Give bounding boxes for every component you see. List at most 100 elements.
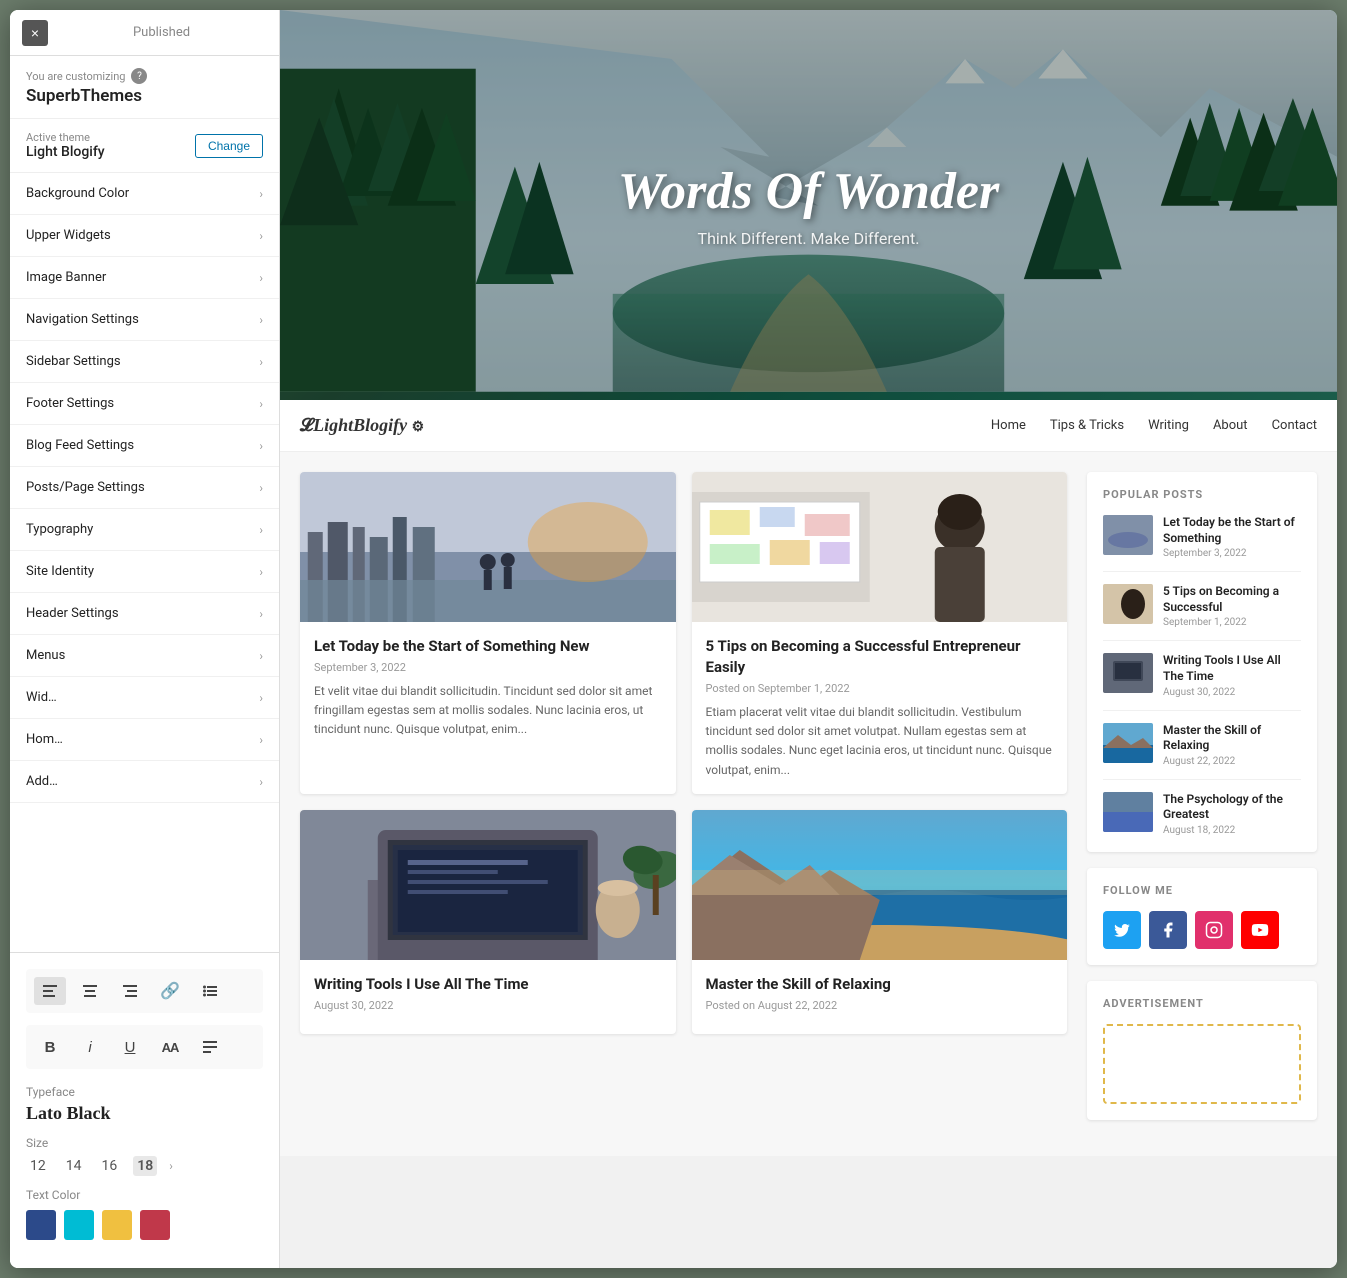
post-body-4: Master the Skill of Relaxing Posted on A…: [692, 960, 1068, 1034]
menu-item-sidebar-settings[interactable]: Sidebar Settings ›: [10, 341, 279, 383]
post-title-1: Let Today be the Start of Something New: [314, 636, 662, 657]
size-option-16[interactable]: 16: [98, 1156, 122, 1176]
nav-about[interactable]: About: [1213, 418, 1248, 433]
font-size-button[interactable]: AA: [154, 1033, 186, 1061]
bold-button[interactable]: B: [34, 1033, 66, 1061]
menu-item-navigation-settings[interactable]: Navigation Settings ›: [10, 299, 279, 341]
chevron-right-icon: ›: [259, 733, 263, 747]
menu-item-image-banner[interactable]: Image Banner ›: [10, 257, 279, 299]
popular-post-date-4: August 22, 2022: [1163, 756, 1301, 767]
size-option-14[interactable]: 14: [62, 1156, 86, 1176]
post-card-4[interactable]: Master the Skill of Relaxing Posted on A…: [692, 810, 1068, 1034]
menu-item-typography[interactable]: Typography ›: [10, 509, 279, 551]
menu-item-blog-feed-settings[interactable]: Blog Feed Settings ›: [10, 425, 279, 467]
typography-popup: 🔗 B i U AA Typeface Lato Black: [10, 952, 279, 1268]
posts-grid: Let Today be the Start of Something New …: [300, 472, 1067, 1034]
menu-item-additional[interactable]: Add… ›: [10, 761, 279, 803]
popular-post-thumb-3: [1103, 653, 1153, 693]
menu-item-menus[interactable]: Menus ›: [10, 635, 279, 677]
underline-button[interactable]: U: [114, 1033, 146, 1061]
list-button[interactable]: [194, 977, 226, 1005]
chevron-right-icon: ›: [259, 439, 263, 453]
post-title-4: Master the Skill of Relaxing: [706, 974, 1054, 995]
nav-contact[interactable]: Contact: [1272, 418, 1317, 433]
hero-section: Words Of Wonder Think Different. Make Di…: [280, 10, 1337, 400]
nav-writing[interactable]: Writing: [1148, 418, 1189, 433]
menu-item-footer-settings[interactable]: Footer Settings ›: [10, 383, 279, 425]
size-option-12[interactable]: 12: [26, 1156, 50, 1176]
theme-name: Light Blogify: [26, 144, 105, 160]
menu-item-homepage[interactable]: Hom… ›: [10, 719, 279, 761]
nav-home[interactable]: Home: [991, 418, 1026, 433]
popular-post-5[interactable]: The Psychology of the Greatest August 18…: [1103, 792, 1301, 836]
youtube-icon[interactable]: [1241, 911, 1279, 949]
follow-me-heading: FOLLOW ME: [1103, 884, 1301, 897]
align-right-button[interactable]: [114, 977, 146, 1005]
popular-post-4[interactable]: Master the Skill of Relaxing August 22, …: [1103, 723, 1301, 780]
menu-item-background-color[interactable]: Background Color ›: [10, 173, 279, 215]
size-options: 12 14 16 18 ›: [26, 1156, 263, 1176]
twitter-icon[interactable]: [1103, 911, 1141, 949]
menu-item-posts-page-settings[interactable]: Posts/Page Settings ›: [10, 467, 279, 509]
post-card-2[interactable]: 5 Tips on Becoming a Successful Entrepre…: [692, 472, 1068, 794]
align-center-button[interactable]: [74, 977, 106, 1005]
post-title-3: Writing Tools I Use All The Time: [314, 974, 662, 995]
popular-post-1[interactable]: Let Today be the Start of Something Sept…: [1103, 515, 1301, 572]
popular-post-date-3: August 30, 2022: [1163, 687, 1301, 698]
change-theme-button[interactable]: Change: [195, 134, 263, 158]
menu-item-upper-widgets[interactable]: Upper Widgets ›: [10, 215, 279, 257]
customizing-label: You are customizing ?: [26, 68, 263, 84]
color-swatch-cyan[interactable]: [64, 1210, 94, 1240]
blog-nav: 𝓛LightBlogify ⚙ Home Tips & Tricks Writi…: [280, 400, 1337, 452]
color-swatch-dark-blue[interactable]: [26, 1210, 56, 1240]
follow-icons: [1103, 911, 1301, 949]
post-title-2: 5 Tips on Becoming a Successful Entrepre…: [706, 636, 1054, 678]
text-style-toolbar: B i U AA: [26, 1025, 263, 1069]
blog-logo: 𝓛LightBlogify ⚙: [300, 415, 991, 436]
size-option-18[interactable]: 18: [133, 1156, 157, 1176]
help-icon[interactable]: ?: [131, 68, 147, 84]
post-card-3[interactable]: Writing Tools I Use All The Time August …: [300, 810, 676, 1034]
popular-post-2[interactable]: 5 Tips on Becoming a Successful Septembe…: [1103, 584, 1301, 641]
italic-button[interactable]: i: [74, 1033, 106, 1061]
color-swatch-yellow[interactable]: [102, 1210, 132, 1240]
facebook-icon[interactable]: [1149, 911, 1187, 949]
text-color-label: Text Color: [26, 1188, 263, 1202]
popular-posts-heading: POPULAR POSTS: [1103, 488, 1301, 501]
menu-item-header-settings[interactable]: Header Settings ›: [10, 593, 279, 635]
size-label: Size: [26, 1136, 263, 1150]
paragraph-button[interactable]: [194, 1033, 226, 1061]
popular-post-title-2: 5 Tips on Becoming a Successful: [1163, 584, 1301, 615]
post-date-1: September 3, 2022: [314, 661, 662, 674]
typeface-value: Lato Black: [26, 1103, 263, 1124]
menu-item-site-identity[interactable]: Site Identity ›: [10, 551, 279, 593]
post-body-2: 5 Tips on Becoming a Successful Entrepre…: [692, 622, 1068, 794]
color-swatch-red[interactable]: [140, 1210, 170, 1240]
close-button[interactable]: ×: [22, 20, 48, 46]
popular-post-3[interactable]: Writing Tools I Use All The Time August …: [1103, 653, 1301, 710]
nav-tips-tricks[interactable]: Tips & Tricks: [1050, 418, 1124, 433]
chevron-right-icon: ›: [259, 607, 263, 621]
popular-posts-section: POPULAR POSTS Let Today be the Start of …: [1087, 472, 1317, 852]
chevron-right-icon: ›: [259, 397, 263, 411]
customizer-header: × Published: [10, 10, 279, 56]
blog-sidebar: POPULAR POSTS Let Today be the Start of …: [1087, 472, 1317, 1136]
active-theme-label: Active theme: [26, 131, 105, 144]
menu-item-widgets[interactable]: Wid… ›: [10, 677, 279, 719]
popular-post-thumb-4: [1103, 723, 1153, 763]
typeface-label: Typeface: [26, 1085, 263, 1099]
size-more-arrow[interactable]: ›: [169, 1159, 173, 1173]
post-card-1[interactable]: Let Today be the Start of Something New …: [300, 472, 676, 794]
popular-post-title-3: Writing Tools I Use All The Time: [1163, 653, 1301, 684]
post-body-3: Writing Tools I Use All The Time August …: [300, 960, 676, 1034]
preview-area: Words Of Wonder Think Different. Make Di…: [280, 10, 1337, 1268]
popular-post-thumb-1: [1103, 515, 1153, 555]
instagram-icon[interactable]: [1195, 911, 1233, 949]
link-button[interactable]: 🔗: [154, 977, 186, 1005]
popular-post-title-1: Let Today be the Start of Something: [1163, 515, 1301, 546]
published-label: Published: [56, 25, 267, 40]
chevron-right-icon: ›: [259, 691, 263, 705]
align-left-button[interactable]: [34, 977, 66, 1005]
popular-post-title-5: The Psychology of the Greatest: [1163, 792, 1301, 823]
chevron-right-icon: ›: [259, 481, 263, 495]
